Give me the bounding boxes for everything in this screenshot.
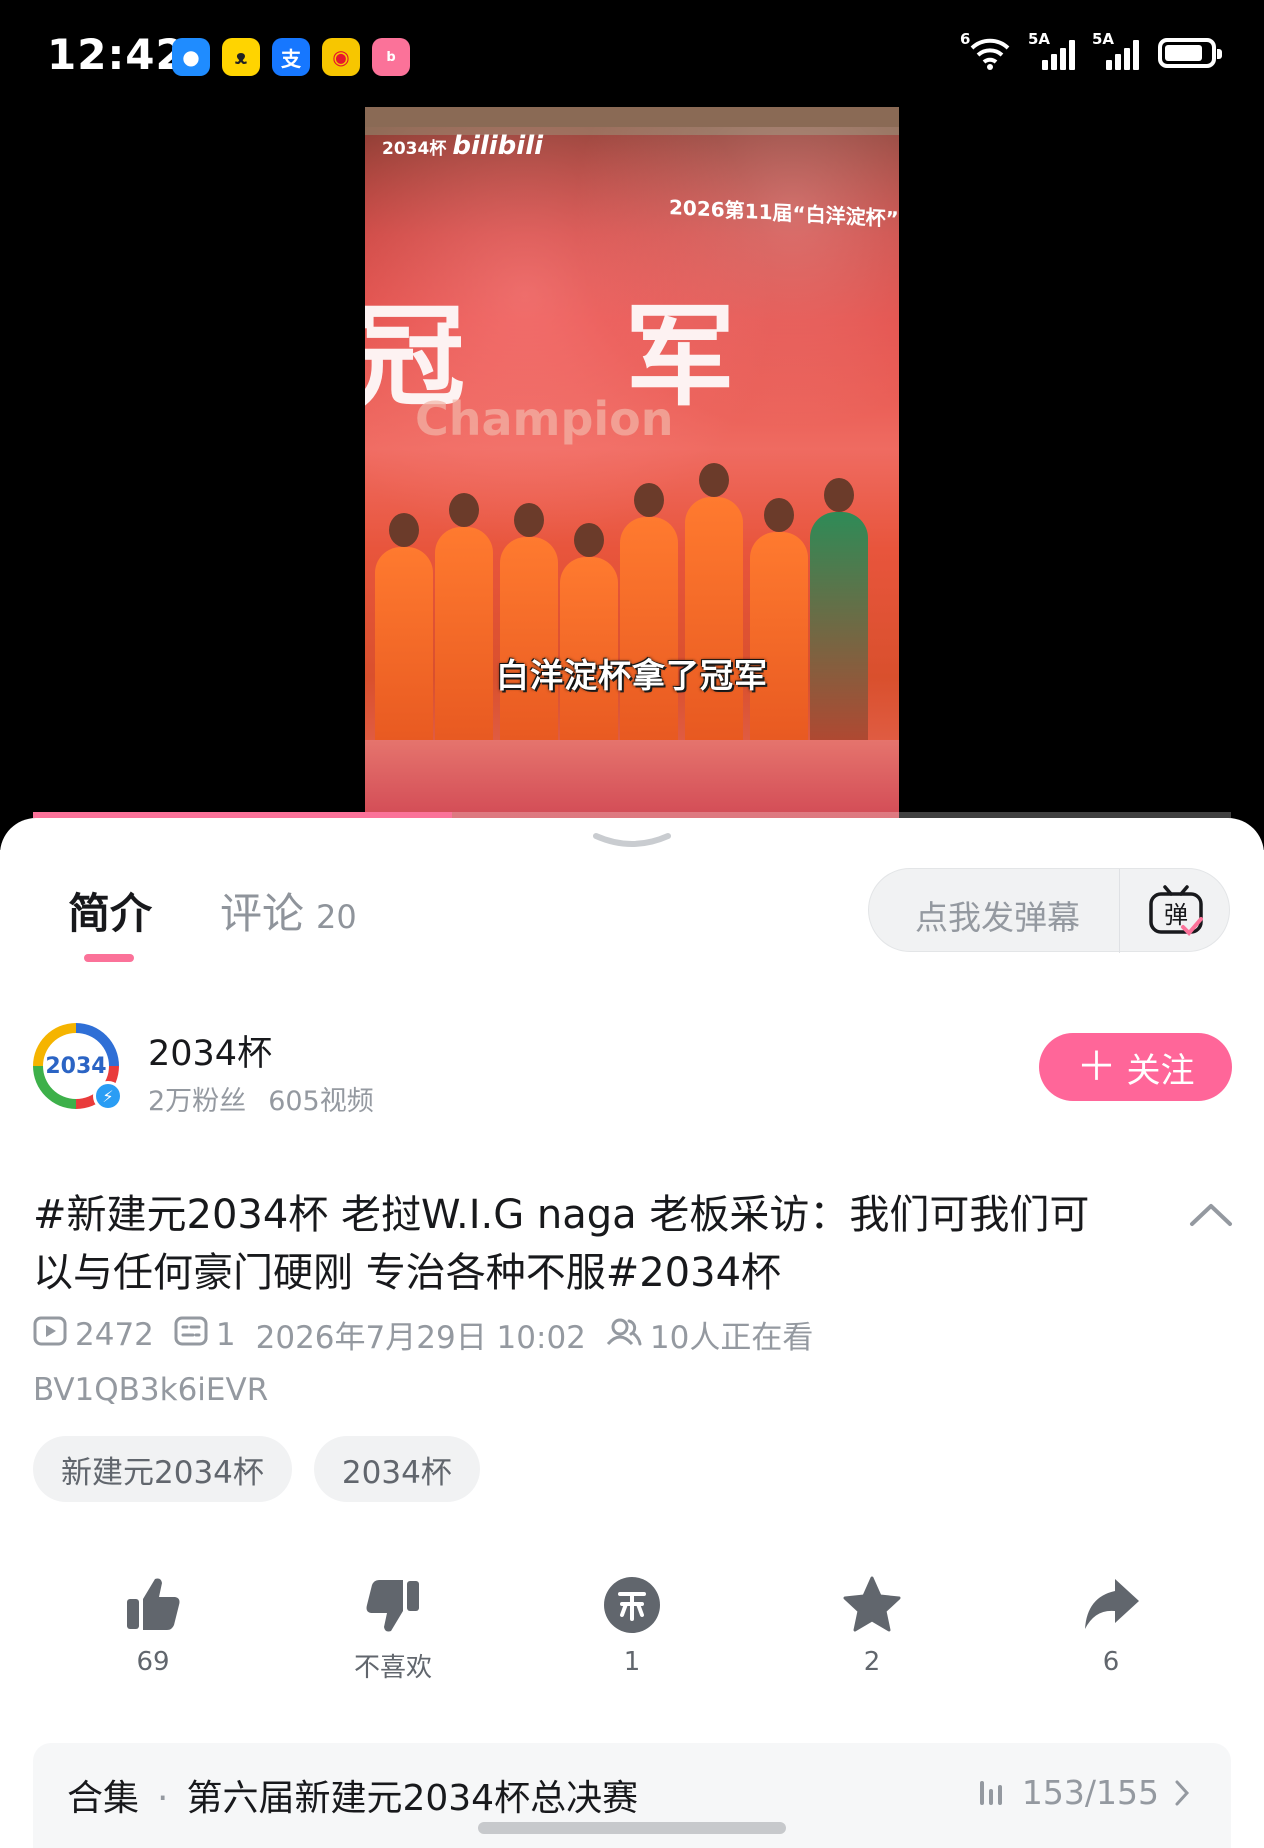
share-button[interactable]: 6 bbox=[1031, 1573, 1191, 1677]
danmaku-input[interactable]: 点我发弹幕 弹 bbox=[868, 868, 1230, 953]
danmaku-divider bbox=[1119, 869, 1120, 953]
danmaku-count: 1 bbox=[215, 1316, 236, 1353]
video-frame[interactable]: 2034杯 bilibili 2026第11届“白洋淀杯” 冠军 Champion… bbox=[365, 107, 899, 820]
author-videos: 605视频 bbox=[268, 1086, 374, 1117]
watching-count: 10人正在看 bbox=[649, 1320, 814, 1356]
follow-label: 关注 bbox=[1126, 1050, 1195, 1091]
battery-level bbox=[1165, 45, 1203, 61]
share-count: 6 bbox=[1102, 1647, 1120, 1677]
author-stats: 2万粉丝 605视频 bbox=[148, 1079, 374, 1118]
status-bar: 12:42 ● ᴥ 支 ◉ b 6 5A 5A bbox=[0, 0, 1264, 110]
chevron-right-icon bbox=[1175, 1780, 1190, 1805]
video-subtitle: 白洋淀杯拿了冠军 bbox=[496, 656, 768, 695]
battery-icon bbox=[1158, 38, 1222, 68]
message-icon: ● bbox=[172, 38, 210, 76]
alipay-icon: 支 bbox=[272, 38, 310, 76]
tab-intro[interactable]: 简介 bbox=[68, 880, 152, 941]
home-indicator[interactable] bbox=[478, 1822, 786, 1834]
tab-comments-label: 评论 bbox=[220, 889, 305, 938]
series-name: 第六届新建元2034杯总决赛 bbox=[186, 1778, 639, 1819]
video-stage bbox=[365, 740, 899, 820]
status-time: 12:42 bbox=[47, 30, 186, 79]
thumbs-down-icon bbox=[361, 1573, 425, 1637]
rabbit-app-icon: ᴥ bbox=[222, 38, 260, 76]
publish-date: 2026年7月29日 10:02 bbox=[255, 1320, 586, 1356]
favorite-button[interactable]: 2 bbox=[792, 1573, 952, 1677]
video-title: #新建元2034杯 老挝W.I.G naga 老板采访：我们可我们可以与任何豪门… bbox=[33, 1192, 1090, 1296]
svg-text:弹: 弹 bbox=[1164, 901, 1188, 929]
system-indicators: 6 5A 5A bbox=[960, 30, 1222, 70]
signal-icon-1: 5A bbox=[1028, 30, 1076, 70]
weibo-icon: ◉ bbox=[322, 38, 360, 76]
play-count-icon bbox=[33, 1316, 67, 1354]
bvid: BV1QB3k6iEVR bbox=[33, 1372, 269, 1408]
thumbs-up-icon bbox=[121, 1573, 185, 1637]
tag-pill[interactable]: 新建元2034杯 bbox=[33, 1436, 292, 1502]
series-label: 合集 bbox=[67, 1778, 140, 1819]
like-count: 69 bbox=[136, 1647, 170, 1677]
coin-count: 1 bbox=[623, 1647, 641, 1677]
video-meta: 2472 1 2026年7月29日 10:02 10人正在看 bbox=[33, 1312, 1133, 1357]
follow-button[interactable]: ＋关注 bbox=[1039, 1033, 1232, 1101]
wifi-icon: 6 bbox=[960, 30, 1012, 70]
action-bar: 69 不喜欢 1 2 6 bbox=[0, 1573, 1264, 1693]
series-title: 合集 · 第六届新建元2034杯总决赛 bbox=[67, 1769, 638, 1821]
video-player[interactable]: 12:42 ● ᴥ 支 ◉ b 6 5A 5A 2034杯 bilibili 2… bbox=[0, 0, 1264, 850]
detail-sheet: 简介 评论 20 点我发弹幕 弹 2034 ⚡ 2034杯 2万粉丝 605视频 ＋… bbox=[0, 818, 1264, 1848]
tab-comments[interactable]: 评论 20 bbox=[220, 880, 357, 941]
play-count: 2472 bbox=[75, 1316, 154, 1353]
favorite-count: 2 bbox=[863, 1647, 881, 1677]
collapse-chevron-icon[interactable] bbox=[1186, 1196, 1236, 1232]
verified-icon: ⚡ bbox=[93, 1081, 123, 1111]
coin-button[interactable]: 1 bbox=[552, 1573, 712, 1677]
tag-pill[interactable]: 2034杯 bbox=[313, 1436, 480, 1502]
series-bars-icon bbox=[979, 1780, 1002, 1805]
dislike-button[interactable]: 不喜欢 bbox=[313, 1573, 473, 1684]
danmaku-count-icon bbox=[174, 1316, 208, 1354]
tag-list: 新建元2034杯 2034杯 bbox=[33, 1436, 480, 1502]
sheet-drag-handle[interactable] bbox=[590, 828, 674, 854]
notification-icons: ● ᴥ 支 ◉ b bbox=[172, 38, 410, 76]
share-arrow-icon bbox=[1079, 1573, 1143, 1637]
video-watermark: 2034杯 bilibili bbox=[382, 131, 544, 161]
author-followers: 2万粉丝 bbox=[148, 1086, 247, 1117]
danmaku-placeholder: 点我发弹幕 bbox=[915, 898, 1080, 937]
signal-icon-2: 5A bbox=[1092, 30, 1140, 70]
viewers-icon bbox=[606, 1316, 642, 1354]
dislike-label: 不喜欢 bbox=[353, 1653, 432, 1683]
star-icon bbox=[840, 1573, 904, 1637]
series-position: 153/155 bbox=[1021, 1773, 1159, 1812]
like-button[interactable]: 69 bbox=[73, 1573, 233, 1677]
plus-icon: ＋ bbox=[1076, 1044, 1117, 1090]
bilibili-icon: b bbox=[372, 38, 410, 76]
avatar[interactable]: 2034 ⚡ bbox=[33, 1023, 123, 1111]
coin-icon bbox=[600, 1573, 664, 1637]
author-name[interactable]: 2034杯 bbox=[148, 1025, 272, 1076]
tab-active-indicator bbox=[84, 954, 134, 962]
danmaku-toggle-icon[interactable]: 弹 bbox=[1147, 883, 1205, 939]
tab-comments-count: 20 bbox=[316, 898, 357, 936]
series-progress: 153/155 bbox=[978, 1773, 1191, 1812]
series-separator: · bbox=[157, 1778, 169, 1819]
author-row: 2034 ⚡ 2034杯 2万粉丝 605视频 ＋关注 bbox=[0, 1013, 1264, 1123]
